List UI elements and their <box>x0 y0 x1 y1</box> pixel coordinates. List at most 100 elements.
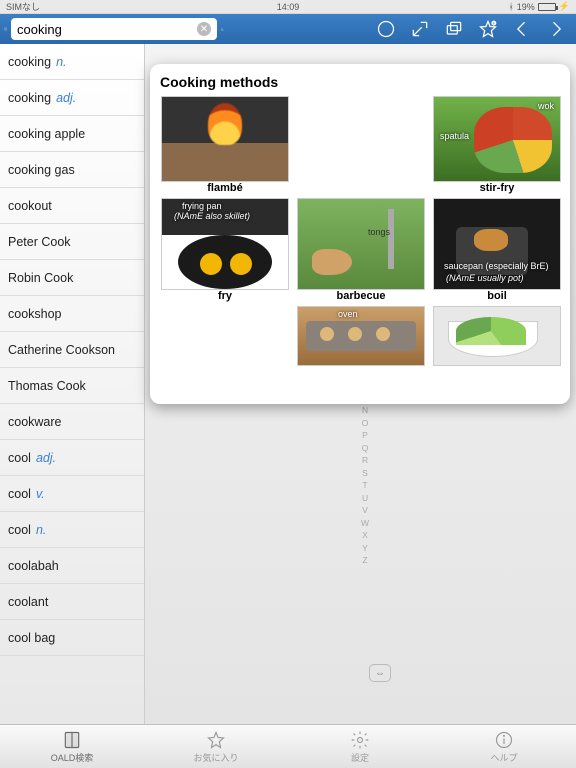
sidebar-item[interactable]: cookout <box>0 188 144 224</box>
battery-icon <box>538 3 556 11</box>
sidebar-item[interactable]: Thomas Cook <box>0 368 144 404</box>
back-icon[interactable] <box>512 19 532 39</box>
method-barbecue[interactable]: tongs barbecue <box>296 198 426 302</box>
method-fry[interactable]: frying pan (NAmE also skillet) fry <box>160 198 290 302</box>
tab-label: お気に入り <box>193 751 238 764</box>
image-popover: Cooking methods flambé wok spatula stir-… <box>150 64 570 404</box>
stirfry-image: wok spatula <box>433 96 561 182</box>
bluetooth-icon: ᚼ <box>508 2 513 12</box>
sidebar-item[interactable]: cooking apple <box>0 116 144 152</box>
charging-icon: ⚡ <box>559 1 570 12</box>
bake-image: oven <box>297 306 425 366</box>
popover-title: Cooking methods <box>160 74 562 90</box>
sidebar-item-label: cool <box>8 451 31 465</box>
sidebar-item[interactable]: cooking n. <box>0 44 144 80</box>
method-bake[interactable]: oven <box>296 306 426 366</box>
dictionary-icon[interactable] <box>4 20 7 38</box>
sidebar-item-label: coolabah <box>8 559 59 573</box>
flambe-image <box>161 96 289 182</box>
sidebar-item-label: cool <box>8 487 31 501</box>
pos-label: n. <box>56 55 66 69</box>
caption: flambé <box>207 182 242 194</box>
info-icon <box>494 730 514 750</box>
tab-label: 設定 <box>351 751 369 764</box>
sidebar-item-label: cooking gas <box>8 163 75 177</box>
caption: stir-fry <box>480 182 515 194</box>
sidebar-item-label: cookshop <box>8 307 62 321</box>
pos-label: v. <box>36 487 45 501</box>
favorite-icon[interactable]: + <box>478 19 498 39</box>
sidebar-item-label: cookware <box>8 415 62 429</box>
caption: barbecue <box>337 290 386 302</box>
alpha-U[interactable]: U <box>361 492 369 505</box>
carrier-label: SIMなし <box>6 0 40 13</box>
alpha-X[interactable]: X <box>361 529 369 542</box>
tab-favorites[interactable]: お気に入り <box>144 725 288 768</box>
alphabet-index[interactable]: NOPQRSTUVWXYZ <box>361 404 369 567</box>
sidebar-item[interactable]: Robin Cook <box>0 260 144 296</box>
method-flambe[interactable]: flambé <box>160 96 290 194</box>
clear-search-icon[interactable]: ✕ <box>197 22 211 36</box>
sidebar-item-label: cooking <box>8 55 51 69</box>
windows-icon[interactable] <box>444 19 464 39</box>
sidebar-item[interactable]: Catherine Cookson <box>0 332 144 368</box>
collapse-handle-icon[interactable]: ⇔ <box>369 664 391 682</box>
tab-search[interactable]: OALD検索 <box>0 725 144 768</box>
sidebar-item[interactable]: cookshop <box>0 296 144 332</box>
sidebar-item[interactable]: cool v. <box>0 476 144 512</box>
sidebar-item-label: Thomas Cook <box>8 379 86 393</box>
sidebar-item-label: cooking <box>8 91 51 105</box>
alpha-Z[interactable]: Z <box>361 554 369 567</box>
tab-help[interactable]: ヘルプ <box>432 725 576 768</box>
battery-pct: 19% <box>517 2 535 12</box>
search-input[interactable] <box>17 22 193 37</box>
tab-label: ヘルプ <box>490 751 517 764</box>
alpha-V[interactable]: V <box>361 504 369 517</box>
caption: fry <box>218 290 232 302</box>
alpha-P[interactable]: P <box>361 429 369 442</box>
tab-bar: OALD検索 お気に入り 設定 ヘルプ <box>0 724 576 768</box>
alpha-Q[interactable]: Q <box>361 442 369 455</box>
alpha-W[interactable]: W <box>361 517 369 530</box>
alpha-O[interactable]: O <box>361 417 369 430</box>
tab-settings[interactable]: 設定 <box>288 725 432 768</box>
star-icon <box>206 730 226 750</box>
fry-image: frying pan (NAmE also skillet) <box>161 198 289 290</box>
sidebar-item[interactable]: coolant <box>0 584 144 620</box>
sidebar-item-label: coolant <box>8 595 48 609</box>
sidebar-item[interactable]: cool adj. <box>0 440 144 476</box>
sidebar-item-label: cool bag <box>8 631 55 645</box>
expand-icon[interactable] <box>410 19 430 39</box>
main-area: cookingn.cookingadj.cooking applecooking… <box>0 44 576 724</box>
sidebar-item[interactable]: Peter Cook <box>0 224 144 260</box>
sidebar-item[interactable]: cool bag <box>0 620 144 656</box>
forward-icon[interactable] <box>546 19 566 39</box>
tab-label: OALD検索 <box>51 751 94 764</box>
pos-label: adj. <box>36 451 56 465</box>
sidebar-item[interactable]: cooking gas <box>0 152 144 188</box>
status-right: ᚼ 19% ⚡ <box>508 1 570 12</box>
alpha-R[interactable]: R <box>361 454 369 467</box>
sidebar-item-label: cool <box>8 523 31 537</box>
alpha-S[interactable]: S <box>361 467 369 480</box>
sidebar-item[interactable]: cool n. <box>0 512 144 548</box>
alpha-Y[interactable]: Y <box>361 542 369 555</box>
pos-label: n. <box>36 523 46 537</box>
sidebar-item-label: cooking apple <box>8 127 85 141</box>
book-icon <box>62 730 82 750</box>
method-stirfry[interactable]: wok spatula stir-fry <box>432 96 562 194</box>
sidebar-item[interactable]: cookware <box>0 404 144 440</box>
method-boil[interactable]: saucepan (especially BrE) (NAmE usually … <box>432 198 562 302</box>
search-options-icon[interactable] <box>221 19 224 39</box>
search-box: ✕ <box>11 18 217 40</box>
results-sidebar[interactable]: cookingn.cookingadj.cooking applecooking… <box>0 44 145 724</box>
toolbar: ✕ + <box>0 14 576 44</box>
caption: boil <box>487 290 507 302</box>
sidebar-item[interactable]: coolabah <box>0 548 144 584</box>
sidebar-item[interactable]: cookingadj. <box>0 80 144 116</box>
method-steam[interactable] <box>432 306 562 366</box>
alpha-N[interactable]: N <box>361 404 369 417</box>
circle-icon[interactable] <box>376 19 396 39</box>
steam-image <box>433 306 561 366</box>
alpha-T[interactable]: T <box>361 479 369 492</box>
